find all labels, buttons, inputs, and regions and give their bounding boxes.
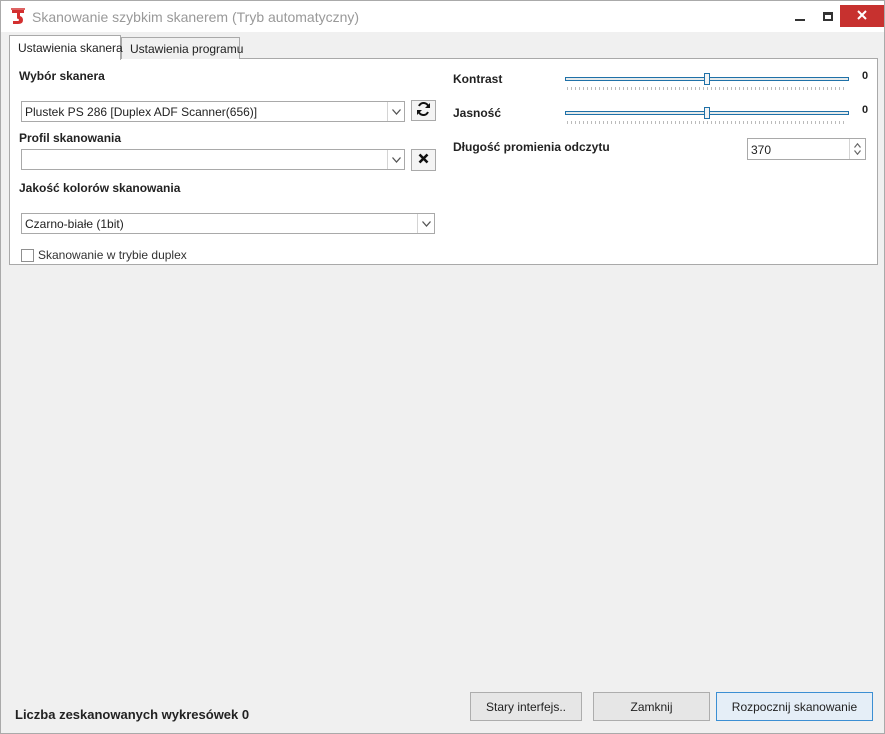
refresh-icon — [416, 101, 431, 119]
window-content: Ustawienia skanera Ustawienia programu W… — [1, 32, 884, 733]
tab-program-settings[interactable]: Ustawienia programu — [121, 37, 243, 59]
color-quality-label: Jakość kolorów skanowania — [19, 181, 181, 195]
contrast-slider-ticks — [567, 87, 847, 90]
profile-label: Profil skanowania — [19, 131, 122, 145]
minimize-icon — [795, 18, 805, 21]
close-icon — [857, 9, 867, 23]
scanner-select-label: Wybór skanera — [19, 69, 105, 83]
chevron-up-icon[interactable] — [854, 143, 861, 148]
brightness-slider-ticks — [567, 121, 847, 124]
minimize-button[interactable] — [786, 1, 814, 32]
clear-profile-button[interactable] — [411, 149, 436, 171]
contrast-slider-thumb[interactable] — [704, 73, 710, 85]
close-window-button[interactable] — [840, 5, 884, 27]
close-icon — [418, 153, 429, 167]
start-scanning-button[interactable]: Rozpocznij skanowanie — [716, 692, 873, 721]
color-quality-select[interactable]: Czarno-białe (1bit) — [21, 213, 435, 234]
chevron-down-icon — [387, 102, 404, 121]
maximize-icon — [823, 12, 833, 21]
maximize-button[interactable] — [814, 1, 842, 32]
duplex-checkbox-row[interactable]: Skanowanie w trybie duplex — [21, 248, 187, 262]
brightness-slider-thumb[interactable] — [704, 107, 710, 119]
title-bar: Skanowanie szybkim skanerem (Tryb automa… — [1, 1, 884, 32]
beam-length-label: Długość promienia odczytu — [453, 140, 610, 154]
contrast-label: Kontrast — [453, 72, 503, 86]
tab-scanner-settings[interactable]: Ustawienia skanera — [9, 35, 123, 60]
scanner-settings-panel: Wybór skanera Plustek PS 286 [Duplex ADF… — [9, 58, 878, 265]
duplex-checkbox[interactable] — [21, 248, 34, 262]
window-title: Skanowanie szybkim skanerem (Tryb automa… — [32, 9, 360, 25]
scanner-select-value: Plustek PS 286 [Duplex ADF Scanner(656)] — [25, 105, 258, 119]
contrast-value: 0 — [862, 70, 869, 82]
chevron-down-icon — [387, 150, 404, 169]
scanned-count-status: Liczba zeskanowanych wykresówek 0 — [15, 707, 250, 722]
brightness-label: Jasność — [453, 106, 502, 120]
chevron-down-icon[interactable] — [854, 150, 861, 155]
app-logo-icon — [10, 8, 26, 26]
beam-length-value: 370 — [751, 143, 772, 157]
close-button[interactable]: Zamknij — [593, 692, 710, 721]
color-quality-value: Czarno-białe (1bit) — [25, 217, 124, 231]
refresh-scanners-button[interactable] — [411, 100, 436, 121]
old-interface-button[interactable]: Stary interfejs.. — [470, 692, 582, 721]
scanner-select[interactable]: Plustek PS 286 [Duplex ADF Scanner(656)] — [21, 101, 405, 122]
chevron-down-icon — [417, 214, 434, 233]
main-window: Skanowanie szybkim skanerem (Tryb automa… — [0, 0, 885, 734]
beam-length-stepper[interactable]: 370 — [747, 138, 866, 160]
duplex-label: Skanowanie w trybie duplex — [38, 248, 187, 262]
stepper-buttons[interactable] — [849, 139, 865, 159]
brightness-value: 0 — [862, 104, 869, 116]
profile-select[interactable] — [21, 149, 405, 170]
